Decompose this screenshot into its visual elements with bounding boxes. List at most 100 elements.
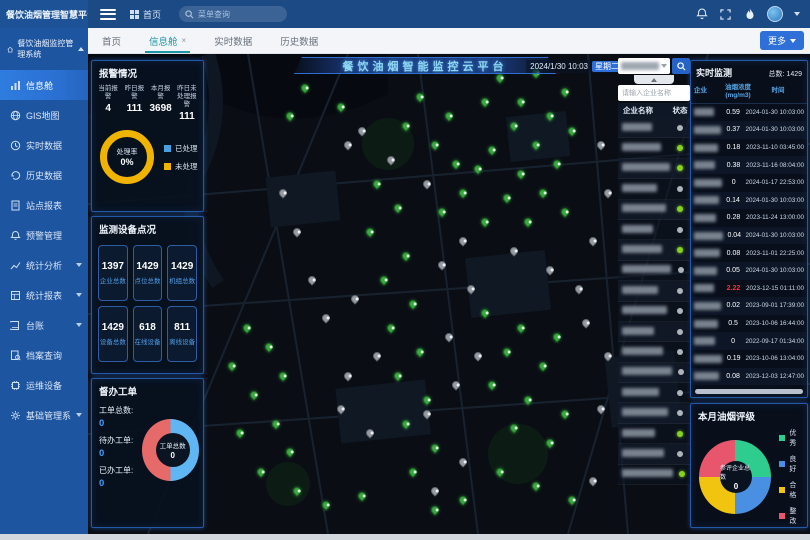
hamburger-menu-icon[interactable] bbox=[100, 9, 116, 20]
company-row[interactable] bbox=[618, 383, 690, 403]
company-row[interactable] bbox=[618, 281, 690, 301]
tab-首页[interactable]: 首页 bbox=[88, 28, 135, 53]
realtime-row[interactable]: 0.282023-11-24 13:00:00 bbox=[691, 209, 807, 227]
realtime-row[interactable]: 0.592024-01-30 10:03:00 bbox=[691, 104, 807, 122]
company-row[interactable] bbox=[618, 363, 690, 383]
workorder-panel: 督办工单 工单总数:0待办工单:0已办工单:0 工单总数 0 bbox=[91, 378, 204, 528]
rating-center-label: 参评企业总数 bbox=[720, 463, 752, 481]
company-search-button[interactable] bbox=[672, 58, 690, 74]
company-row[interactable] bbox=[618, 138, 690, 158]
company-list-overlay: 企业名称 状态 bbox=[618, 58, 690, 532]
sidebar-item-运维设备[interactable]: 运维设备 bbox=[0, 370, 88, 400]
chevron-down-icon[interactable] bbox=[794, 12, 800, 16]
sidebar-item-统计报表[interactable]: 统计报表 bbox=[0, 280, 88, 310]
notification-icon[interactable] bbox=[695, 8, 708, 21]
chevron-up-icon bbox=[78, 47, 84, 51]
realtime-row[interactable]: 0.082023-12-03 12:47:00 bbox=[691, 368, 807, 386]
col-concentration: 油烟浓度 (mg/m3) bbox=[724, 84, 752, 100]
realtime-row[interactable]: 0.192023-10-06 13:04:00 bbox=[691, 350, 807, 368]
more-button[interactable]: 更多 bbox=[760, 31, 804, 50]
sidebar-item-站点报表[interactable]: 站点报表 bbox=[0, 190, 88, 220]
alarm-stat-label: 当前报警 bbox=[96, 85, 120, 101]
sidebar-item-label: GIS地图 bbox=[26, 109, 60, 122]
realtime-row[interactable]: 2.222023-12-15 01:11:00 bbox=[691, 280, 807, 298]
realtime-row[interactable]: 0.142024-01-30 10:03:00 bbox=[691, 192, 807, 210]
sidebar-item-label: 档案查询 bbox=[26, 349, 62, 362]
tab-历史数据[interactable]: 历史数据 bbox=[266, 28, 332, 53]
alarm-stat-label: 本月报警 bbox=[149, 85, 173, 101]
menu-search-input[interactable] bbox=[198, 10, 281, 19]
area-dropdown[interactable] bbox=[618, 58, 670, 74]
close-icon[interactable]: × bbox=[182, 36, 187, 45]
timestamp: 2022-09-17 01:34:00 bbox=[746, 338, 804, 345]
realtime-row[interactable]: 0.372024-01-30 10:03:00 bbox=[691, 121, 807, 139]
system-icon bbox=[10, 410, 21, 421]
legend-label: 已处理 bbox=[175, 143, 198, 154]
legend-label: 优秀 bbox=[789, 428, 803, 448]
company-name-redacted bbox=[694, 139, 721, 157]
realtime-row[interactable]: 02022-09-17 01:34:00 bbox=[691, 332, 807, 350]
company-row[interactable] bbox=[618, 118, 690, 138]
analytics-icon bbox=[10, 260, 21, 271]
top-navbar: 餐饮油烟管理智慧平台 首页 bbox=[0, 0, 810, 28]
company-row[interactable] bbox=[618, 465, 690, 485]
sidebar-item-信息舱[interactable]: 信息舱 bbox=[0, 70, 88, 100]
realtime-row[interactable]: 0.042024-01-30 10:03:00 bbox=[691, 227, 807, 245]
realtime-row[interactable]: 0.52023-10-06 16:44:00 bbox=[691, 315, 807, 333]
company-row[interactable] bbox=[618, 444, 690, 464]
company-name-redacted bbox=[618, 388, 670, 398]
tab-label: 信息舱 bbox=[149, 34, 178, 48]
sidebar-item-label: 统计分析 bbox=[26, 259, 62, 272]
flame-icon[interactable] bbox=[743, 8, 756, 21]
timestamp: 2023-11-24 13:00:00 bbox=[746, 214, 804, 221]
legend-item: 合格 bbox=[779, 480, 803, 500]
status-cell bbox=[670, 349, 690, 355]
company-row[interactable] bbox=[618, 159, 690, 179]
company-row[interactable] bbox=[618, 179, 690, 199]
horizontal-scrollbar[interactable] bbox=[695, 389, 803, 394]
status-dot-on bbox=[677, 247, 683, 253]
device-card-value: 1429 bbox=[136, 261, 158, 272]
company-row[interactable] bbox=[618, 322, 690, 342]
company-row[interactable] bbox=[618, 261, 690, 281]
sidebar-item-历史数据[interactable]: 历史数据 bbox=[0, 160, 88, 190]
timestamp: 2024-01-30 10:03:00 bbox=[746, 232, 804, 239]
collapse-list-button[interactable] bbox=[634, 75, 674, 84]
concentration-value: 0.14 bbox=[721, 197, 746, 204]
sidebar-item-预警管理[interactable]: 预警管理 bbox=[0, 220, 88, 250]
realtime-row[interactable]: 0.022023-09-01 17:39:00 bbox=[691, 297, 807, 315]
realtime-row[interactable]: 0.052024-01-30 10:03:00 bbox=[691, 262, 807, 280]
tab-信息舱[interactable]: 信息舱 × bbox=[135, 28, 200, 53]
tab-实时数据[interactable]: 实时数据 bbox=[200, 28, 266, 53]
rating-donut: 参评企业总数 0 bbox=[699, 440, 771, 514]
sidebar-item-GIS地图[interactable]: GIS地图 bbox=[0, 100, 88, 130]
company-row[interactable] bbox=[618, 220, 690, 240]
sidebar-item-档案查询[interactable]: 档案查询 bbox=[0, 340, 88, 370]
company-row[interactable] bbox=[618, 424, 690, 444]
company-row[interactable] bbox=[618, 342, 690, 362]
sidebar-section-header[interactable]: 餐饮油烟监控管理系统 bbox=[0, 28, 88, 70]
user-avatar[interactable] bbox=[767, 6, 783, 22]
fullscreen-icon[interactable] bbox=[719, 8, 732, 21]
company-row[interactable] bbox=[618, 200, 690, 220]
company-name-redacted bbox=[694, 262, 721, 280]
grid-icon bbox=[130, 10, 139, 19]
nav-home-link[interactable]: 首页 bbox=[130, 8, 161, 21]
realtime-row[interactable]: 0.082023-11-01 22:25:00 bbox=[691, 244, 807, 262]
sidebar-item-统计分析[interactable]: 统计分析 bbox=[0, 250, 88, 280]
company-name-input[interactable] bbox=[618, 85, 690, 101]
company-row[interactable] bbox=[618, 302, 690, 322]
alarm-stat: 本月报警3698 bbox=[149, 85, 173, 122]
process-rate-donut: 处理率 0% bbox=[100, 130, 154, 184]
sidebar-item-实时数据[interactable]: 实时数据 bbox=[0, 130, 88, 160]
realtime-row[interactable]: 0.182023-11-10 03:45:00 bbox=[691, 139, 807, 157]
realtime-row[interactable]: 0.382023-11-16 08:04:00 bbox=[691, 156, 807, 174]
company-row[interactable] bbox=[618, 403, 690, 423]
sidebar-item-基础管理系统[interactable]: 基础管理系统 bbox=[0, 400, 88, 430]
legend-item: 已处理 bbox=[164, 143, 198, 154]
device-card-value: 1397 bbox=[102, 261, 124, 272]
menu-search-box[interactable] bbox=[179, 6, 287, 22]
sidebar-item-台账[interactable]: 台账 bbox=[0, 310, 88, 340]
realtime-row[interactable]: 02024-01-17 22:53:00 bbox=[691, 174, 807, 192]
company-row[interactable] bbox=[618, 240, 690, 260]
